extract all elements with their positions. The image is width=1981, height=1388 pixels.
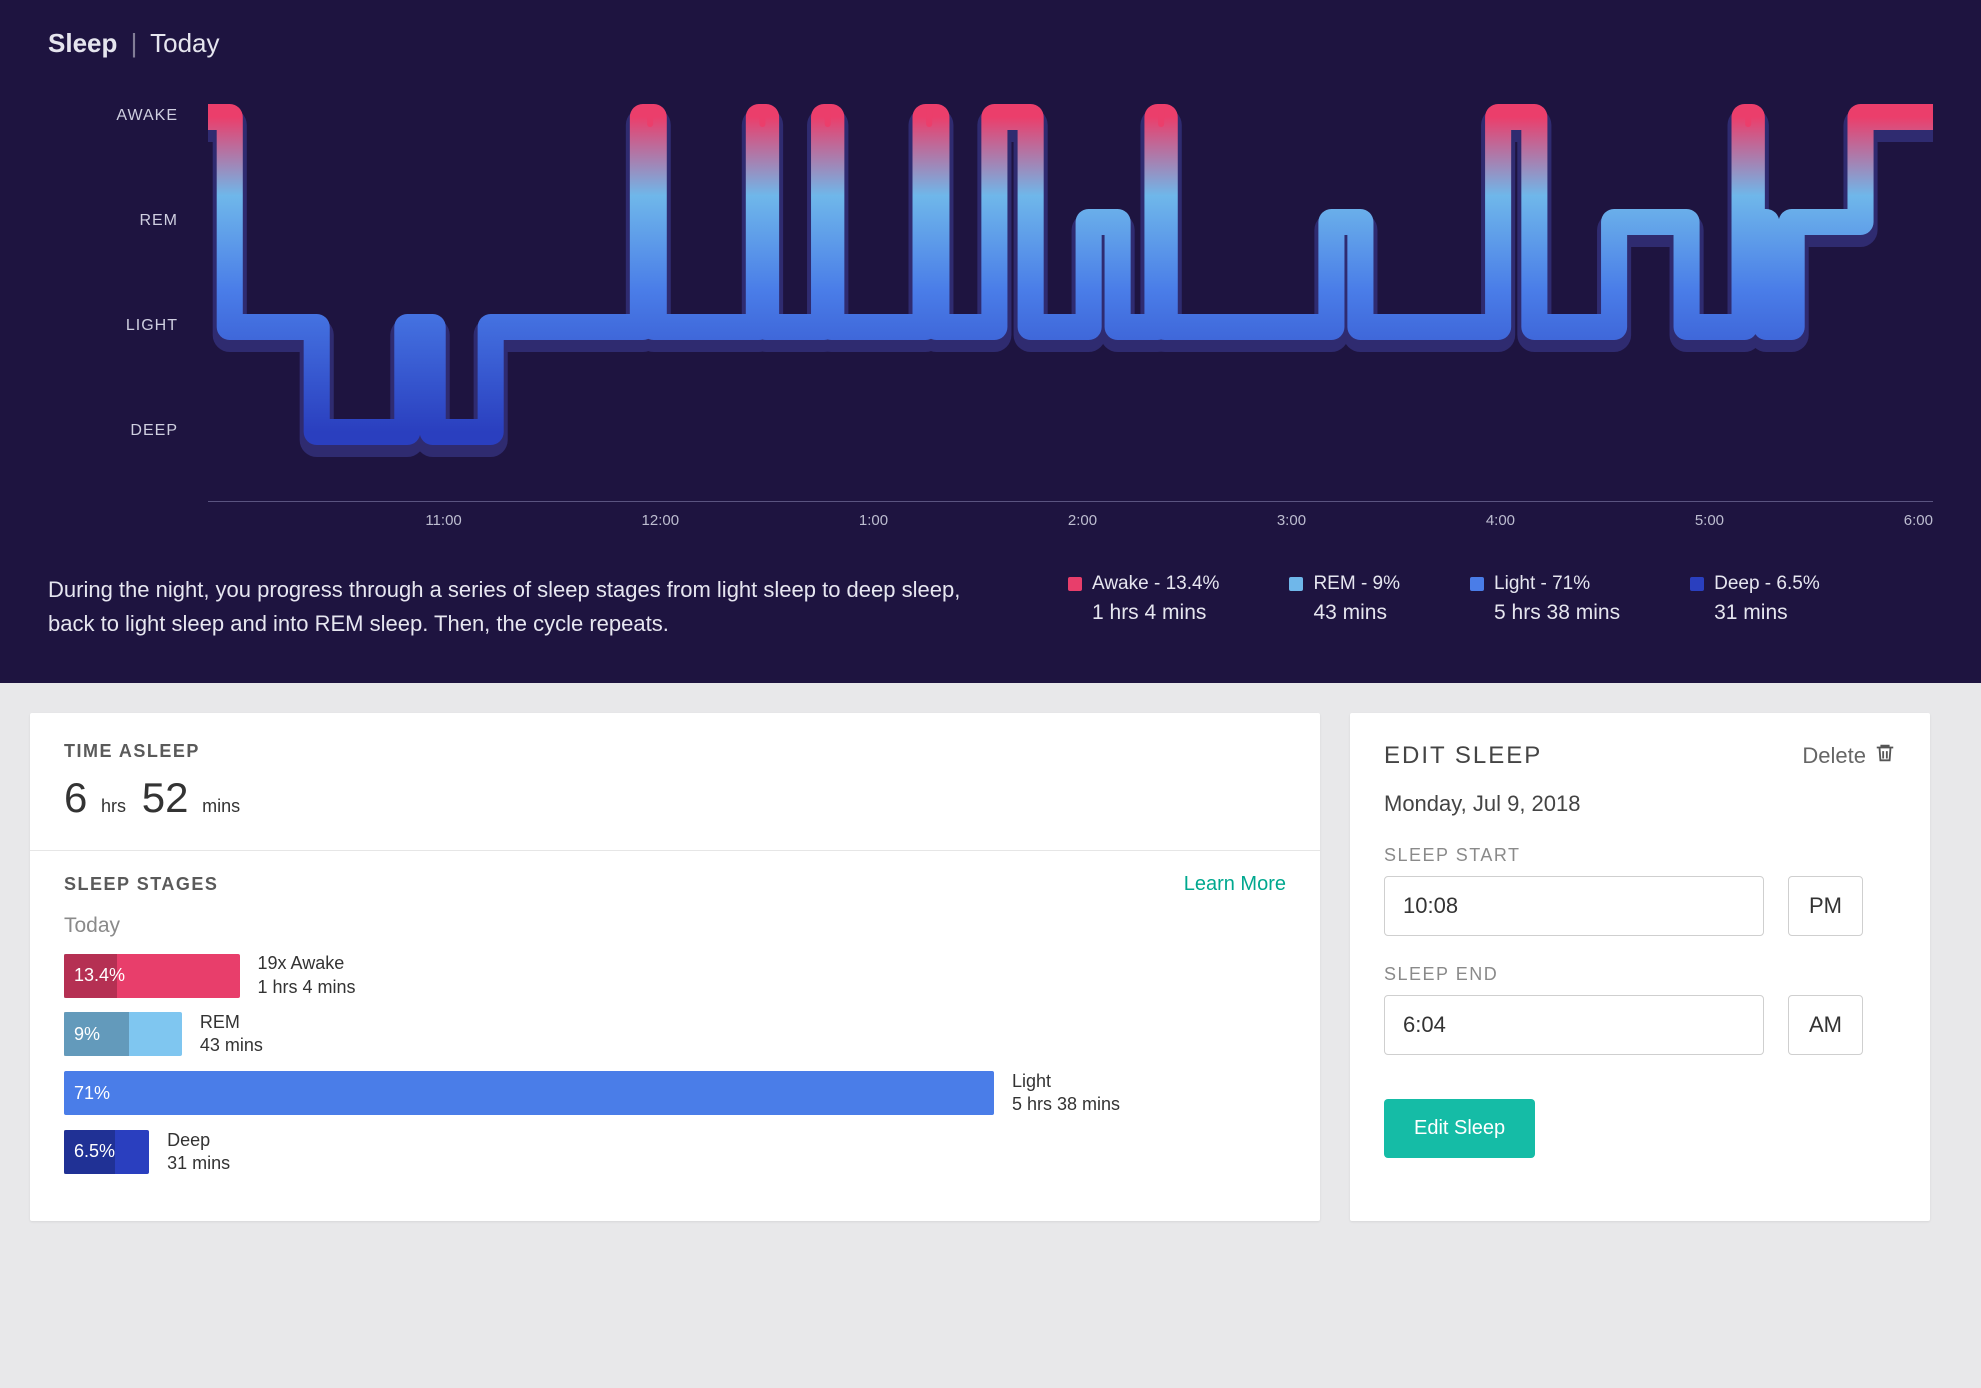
page-title: Sleep | Today — [48, 28, 1933, 59]
learn-more-link[interactable]: Learn More — [1184, 873, 1286, 896]
legend-item: Deep - 6.5% 31 mins — [1690, 573, 1820, 641]
legend-swatch — [1690, 577, 1704, 591]
stage-bar-pct: 6.5% — [64, 1141, 115, 1162]
hero-footer: During the night, you progress through a… — [48, 573, 1933, 641]
time-asleep-label: TIME ASLEEP — [64, 741, 1286, 762]
edit-header: EDIT SLEEP Delete — [1384, 741, 1896, 771]
trash-icon — [1874, 741, 1896, 771]
stage-bar: 71% — [64, 1071, 994, 1115]
time-asleep-card: TIME ASLEEP 6 hrs 52 mins SLEEP STAGES L… — [30, 713, 1320, 1221]
legend-label: REM - 9% — [1313, 573, 1400, 595]
legend-swatch — [1068, 577, 1082, 591]
sleep-start-row: PM — [1384, 876, 1896, 936]
legend-duration: 1 hrs 4 mins — [1092, 601, 1219, 625]
delete-button[interactable]: Delete — [1802, 741, 1896, 771]
edit-sleep-title: EDIT SLEEP — [1384, 742, 1542, 770]
stage-bar-pct: 9% — [64, 1024, 100, 1045]
edit-sleep-card: EDIT SLEEP Delete Monday, Jul 9, 2018 SL… — [1350, 713, 1930, 1221]
sleep-chart-area: 10:0011:0012:001:002:003:004:005:006:00 — [208, 77, 1933, 537]
sleep-stage-chart — [208, 77, 1933, 497]
x-tick: 4:00 — [1486, 512, 1515, 529]
sleep-start-ampm[interactable]: PM — [1788, 876, 1863, 936]
stage-bar-pct: 71% — [64, 1083, 110, 1104]
time-asleep-section: TIME ASLEEP 6 hrs 52 mins — [30, 713, 1320, 851]
legend-duration: 43 mins — [1313, 601, 1400, 625]
x-tick: 12:00 — [642, 512, 680, 529]
x-tick: 3:00 — [1277, 512, 1306, 529]
stage-legend: Awake - 13.4% 1 hrs 4 mins REM - 9% 43 m… — [1068, 573, 1933, 641]
legend-item: Awake - 13.4% 1 hrs 4 mins — [1068, 573, 1219, 641]
x-tick: 5:00 — [1695, 512, 1724, 529]
stage-bar-label: Light5 hrs 38 mins — [1012, 1070, 1120, 1117]
stage-bar-row: 71% Light5 hrs 38 mins — [64, 1070, 1286, 1117]
stage-bar-row: 13.4% 19x Awake1 hrs 4 mins — [64, 952, 1286, 999]
sleep-end-ampm[interactable]: AM — [1788, 995, 1863, 1055]
mins-unit: mins — [202, 796, 240, 816]
time-asleep-value: 6 hrs 52 mins — [64, 774, 1286, 822]
legend-duration: 5 hrs 38 mins — [1494, 601, 1620, 625]
page-title-sub: Today — [150, 28, 219, 58]
legend-swatch — [1470, 577, 1484, 591]
sleep-description: During the night, you progress through a… — [48, 573, 1008, 641]
y-label-awake: AWAKE — [48, 107, 208, 212]
stage-bar: 6.5% — [64, 1130, 149, 1174]
sleep-start-input[interactable] — [1384, 876, 1764, 936]
x-tick: 1:00 — [859, 512, 888, 529]
legend-item: Light - 71% 5 hrs 38 mins — [1470, 573, 1620, 641]
stage-bar-label: 19x Awake1 hrs 4 mins — [258, 952, 356, 999]
x-axis-labels: 10:0011:0012:001:002:003:004:005:006:00 — [208, 501, 1933, 529]
edit-date: Monday, Jul 9, 2018 — [1384, 791, 1896, 817]
y-axis-labels: AWAKE REM LIGHT DEEP — [48, 77, 208, 537]
mins-value: 52 — [142, 774, 189, 821]
hours-value: 6 — [64, 774, 87, 821]
legend-item: REM - 9% 43 mins — [1289, 573, 1400, 641]
stage-bar-label: Deep31 mins — [167, 1129, 230, 1176]
sleep-end-row: AM — [1384, 995, 1896, 1055]
y-label-deep: DEEP — [48, 422, 208, 527]
sleep-start-label: SLEEP START — [1384, 845, 1896, 866]
sleep-chart-wrap: AWAKE REM LIGHT DEEP 10:0011:0012:001:00… — [48, 77, 1933, 537]
sleep-end-input[interactable] — [1384, 995, 1764, 1055]
sleep-stages-section: SLEEP STAGES Learn More Today 13.4% 19x … — [30, 851, 1320, 1221]
x-tick: 6:00 — [1904, 512, 1933, 529]
sleep-hero: Sleep | Today AWAKE REM LIGHT DEEP 10:00… — [0, 0, 1981, 683]
sleep-stages-label: SLEEP STAGES — [64, 874, 218, 895]
stages-header: SLEEP STAGES Learn More — [64, 873, 1286, 896]
stage-bar: 13.4% — [64, 954, 240, 998]
stage-bar-pct: 13.4% — [64, 965, 125, 986]
stage-bar-row: 6.5% Deep31 mins — [64, 1129, 1286, 1176]
stage-bars: 13.4% 19x Awake1 hrs 4 mins 9% REM43 min… — [64, 952, 1286, 1175]
legend-label: Awake - 13.4% — [1092, 573, 1219, 595]
stages-subtitle: Today — [64, 914, 1286, 938]
y-label-light: LIGHT — [48, 317, 208, 422]
edit-sleep-button[interactable]: Edit Sleep — [1384, 1099, 1535, 1158]
legend-duration: 31 mins — [1714, 601, 1820, 625]
legend-swatch — [1289, 577, 1303, 591]
legend-label: Deep - 6.5% — [1714, 573, 1820, 595]
x-tick: 2:00 — [1068, 512, 1097, 529]
y-label-rem: REM — [48, 212, 208, 317]
hours-unit: hrs — [101, 796, 126, 816]
title-separator: | — [131, 28, 138, 58]
stage-bar-label: REM43 mins — [200, 1011, 263, 1058]
page-title-main: Sleep — [48, 28, 117, 58]
cards-row: TIME ASLEEP 6 hrs 52 mins SLEEP STAGES L… — [0, 683, 1981, 1251]
stage-bar-row: 9% REM43 mins — [64, 1011, 1286, 1058]
stage-bar: 9% — [64, 1012, 182, 1056]
delete-label: Delete — [1802, 743, 1866, 769]
legend-label: Light - 71% — [1494, 573, 1590, 595]
x-tick: 11:00 — [425, 512, 461, 529]
sleep-end-label: SLEEP END — [1384, 964, 1896, 985]
